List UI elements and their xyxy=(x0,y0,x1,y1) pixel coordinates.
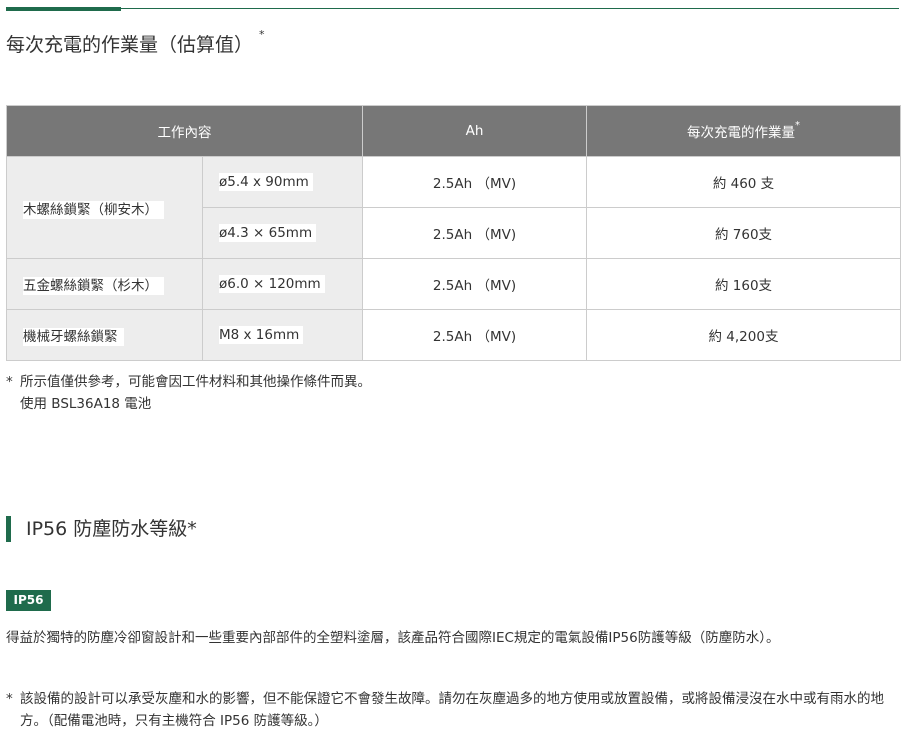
ip56-section-heading: IP56 防塵防水等級* xyxy=(6,516,197,542)
task-cell: 機械牙螺絲鎖緊 xyxy=(6,309,203,361)
footnote-mark: * xyxy=(6,374,13,390)
table-row: 木螺絲鎖緊（柳安木） ø5.4 x 90mm 2.5Ah （MV) 約 460 … xyxy=(6,156,901,259)
top-divider-accent xyxy=(6,7,121,11)
runtime-table: 工作內容 Ah 每次充電的作業量* 木螺絲鎖緊（柳安木） ø5.4 x 90mm… xyxy=(6,105,901,361)
footnote-line-2: 使用 BSL36A18 電池 xyxy=(20,396,152,412)
size-cell: ø6.0 × 120mm xyxy=(202,258,363,310)
table-header-row: 工作內容 Ah 每次充電的作業量* xyxy=(6,105,901,157)
runtime-section-title: 每次充電的作業量（估算值） * xyxy=(6,27,265,56)
caution-mark: * xyxy=(6,691,13,707)
runtime-footnote: * 所示值僅供參考，可能會因工件材料和其他操作條件而異。 使用 BSL36A18 … xyxy=(6,371,371,415)
title-footnote-mark: * xyxy=(259,27,265,41)
table-row: 機械牙螺絲鎖緊 M8 x 16mm 2.5Ah （MV) 約 4,200支 xyxy=(6,309,901,361)
task-cell: 五金螺絲鎖緊（杉木） xyxy=(6,258,203,310)
header-footnote-mark: * xyxy=(795,119,800,131)
table-row: 五金螺絲鎖緊（杉木） ø6.0 × 120mm 2.5Ah （MV) 約 160… xyxy=(6,258,901,310)
footnote-line-1: * 所示值僅供參考，可能會因工件材料和其他操作條件而異。 xyxy=(6,371,371,393)
runtime-cell: 約 4,200支 xyxy=(586,309,901,361)
runtime-cell: 約 160支 xyxy=(586,258,901,310)
size-cell: M8 x 16mm xyxy=(202,309,363,361)
size-cell: ø5.4 x 90mm xyxy=(202,156,363,208)
header-ah: Ah xyxy=(362,105,587,157)
header-runtime: 每次充電的作業量* xyxy=(586,105,901,157)
ip56-description: 得益於獨特的防塵冷卻窗設計和一些重要內部部件的全塑料塗層，該產品符合國際IEC規… xyxy=(6,630,780,646)
runtime-cell: 約 760支 xyxy=(586,207,901,259)
ah-cell: 2.5Ah （MV) xyxy=(362,258,587,310)
ip56-caution-note: * 該設備的設計可以承受灰塵和水的影響，但不能保證它不會發生故障。請勿在灰塵過多… xyxy=(6,688,896,732)
top-divider xyxy=(6,8,899,9)
ip56-badge: IP56 xyxy=(6,590,51,611)
runtime-cell: 約 460 支 xyxy=(586,156,901,208)
header-task: 工作內容 xyxy=(6,105,363,157)
ah-cell: 2.5Ah （MV) xyxy=(362,309,587,361)
size-cell: ø4.3 × 65mm xyxy=(202,207,363,259)
ah-cell: 2.5Ah （MV) xyxy=(362,156,587,208)
task-cell: 木螺絲鎖緊（柳安木） xyxy=(6,156,203,259)
ah-cell: 2.5Ah （MV) xyxy=(362,207,587,259)
